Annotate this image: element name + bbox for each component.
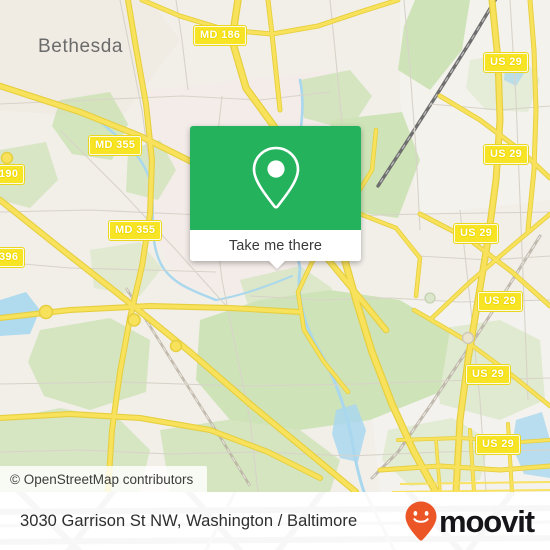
road-shield-md-186: MD 186 [194,26,247,45]
map-canvas[interactable]: Bethesda MD 186 US 29 MD 355 190 US 29 M… [0,0,550,492]
road-shield-us-29: US 29 [466,365,511,384]
road-shield-us-29: US 29 [484,53,529,72]
road-shield-396: 396 [0,248,25,267]
page-title: 3030 Garrison St NW, Washington / Baltim… [20,511,358,530]
road-shield-us-29: US 29 [478,292,523,311]
footer-bar: 3030 Garrison St NW, Washington / Baltim… [0,492,550,550]
popup-pointer [268,260,286,269]
road-shield-us-29: US 29 [454,224,499,243]
popup-header [190,126,361,230]
map-pin-icon [252,146,299,209]
popup-action-bar[interactable]: Take me there [190,230,361,261]
moovit-map-screenshot: Bethesda MD 186 US 29 MD 355 190 US 29 M… [0,0,550,550]
road-shield-md-355: MD 355 [89,136,142,155]
moovit-wordmark: moovit [438,503,535,539]
location-popup-card[interactable]: Take me there [190,126,361,269]
road-shield-md-355: MD 355 [109,221,162,240]
road-shield-us-29: US 29 [484,145,529,164]
attribution-text: © OpenStreetMap contributors [10,471,194,487]
moovit-logo[interactable]: moovit [404,500,535,542]
road-shield-190: 190 [0,165,25,184]
take-me-there-label: Take me there [228,237,323,254]
map-attribution[interactable]: © OpenStreetMap contributors [0,466,208,492]
moovit-smiley-pin-icon [405,501,437,541]
map-place-label: Bethesda [38,36,124,57]
road-shield-us-29: US 29 [476,435,521,454]
